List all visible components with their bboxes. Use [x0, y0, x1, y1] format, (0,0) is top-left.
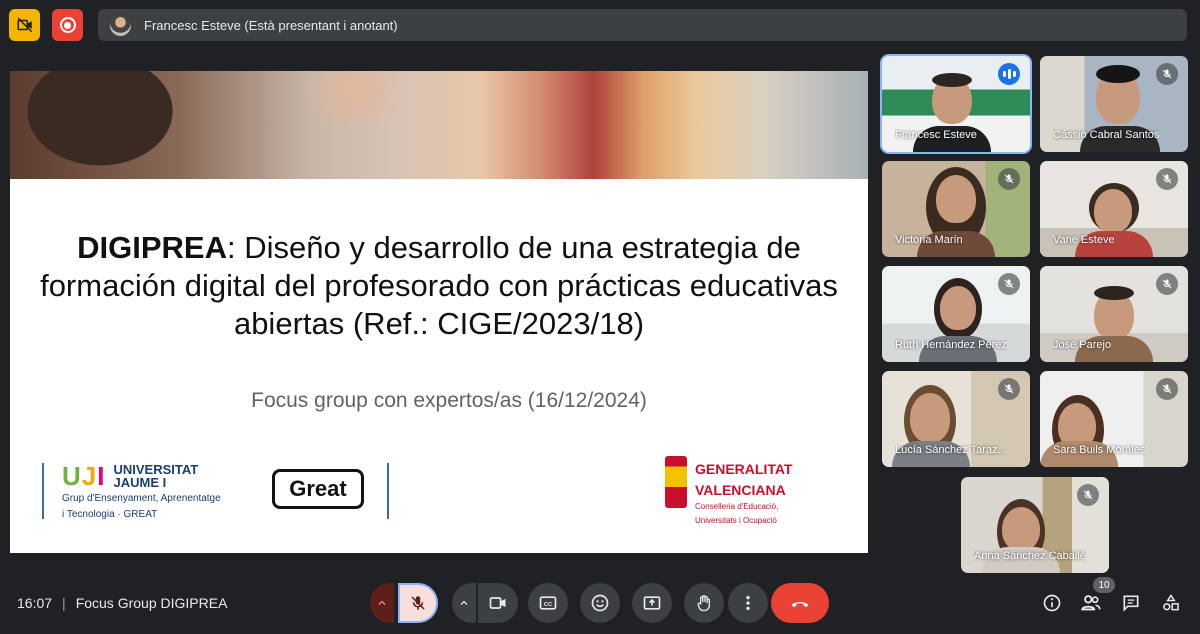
- chevron-up-icon: [378, 600, 386, 605]
- chat-icon: [1123, 595, 1139, 612]
- svg-text:CC: CC: [544, 602, 553, 608]
- closed-captions-icon: CC: [539, 596, 557, 610]
- present-screen-icon: [643, 596, 661, 610]
- mic-off-icon: [411, 596, 425, 610]
- people-icon: [1081, 595, 1101, 611]
- mic-off-icon: [998, 378, 1020, 400]
- participant-tile[interactable]: Sara Buils Morales: [1040, 371, 1188, 467]
- gva-crest-icon: [665, 456, 687, 508]
- participant-tile[interactable]: Cássio Cabral Santos: [1040, 56, 1188, 152]
- recording-indicator[interactable]: [52, 9, 83, 41]
- captions-button[interactable]: CC: [528, 583, 568, 623]
- shared-slide: DIGIPREA: Diseño y desarrollo de una est…: [10, 71, 868, 553]
- gva-desc-line-1: Conselleria d'Educació,: [695, 502, 779, 511]
- participant-tile[interactable]: José Parejo: [1040, 266, 1188, 362]
- leave-call-button[interactable]: [771, 583, 829, 623]
- microphone-toggle-button[interactable]: [398, 583, 438, 623]
- more-vertical-icon: [746, 595, 750, 611]
- clock-time: 16:07: [17, 595, 53, 611]
- uji-desc-line-1: Grup d'Ensenyament, Aprenentatge: [62, 493, 221, 504]
- gva-logo: GENERALITAT VALENCIANA Conselleria d'Edu…: [665, 456, 792, 526]
- participant-tile[interactable]: Lucía Sánchez Taraz...: [882, 371, 1030, 467]
- participant-name: Vane Esteve: [1053, 234, 1115, 246]
- hand-icon: [697, 595, 710, 612]
- participant-name: Cássio Cabral Santos: [1053, 129, 1160, 141]
- video-options-button[interactable]: [452, 583, 476, 623]
- participant-name: Lucía Sánchez Taraz...: [895, 444, 1007, 456]
- participant-name: Ruth Hernández Pérez: [895, 339, 1007, 351]
- reactions-button[interactable]: [580, 583, 620, 623]
- participant-tile[interactable]: Victoria Marín: [882, 161, 1030, 257]
- gva-name-line-1: GENERALITAT: [695, 461, 793, 477]
- slide-title: DIGIPREA: Diseño y desarrollo de una est…: [30, 229, 848, 343]
- video-off-icon: [17, 17, 32, 33]
- meeting-info: 16:07 | Focus Group DIGIPREA: [17, 595, 227, 611]
- chat-button[interactable]: [1111, 583, 1151, 623]
- camera-off-indicator[interactable]: [9, 9, 40, 41]
- great-logo: Great: [272, 469, 364, 509]
- logo-divider: [387, 463, 389, 519]
- record-icon: [59, 17, 76, 33]
- slide-subtitle: Focus group con expertos/as (16/12/2024): [251, 389, 647, 412]
- bottom-bar: 16:07 | Focus Group DIGIPREA CC: [0, 580, 1200, 628]
- presenter-avatar: [110, 14, 131, 36]
- participant-tile[interactable]: Ruth Hernández Pérez: [882, 266, 1030, 362]
- participant-name: Francesc Esteve: [895, 129, 977, 141]
- mic-off-icon: [998, 168, 1020, 190]
- slide-header-photo: [10, 71, 868, 179]
- gva-name-line-2: VALENCIANA: [695, 482, 786, 498]
- emoji-icon: [591, 594, 609, 612]
- uji-logo: UJI UNIVERSITAT JAUME I Grup d'Ensenyame…: [42, 461, 221, 520]
- meeting-details-button[interactable]: [1032, 583, 1072, 623]
- hang-up-icon: [791, 602, 809, 608]
- participant-tile[interactable]: Anna Sánchez Caballé: [961, 477, 1109, 573]
- activities-shapes-icon: [1163, 594, 1179, 611]
- presenter-label: Francesc Esteve (Està presentant i anota…: [144, 17, 398, 33]
- camera-toggle-button[interactable]: [478, 583, 518, 623]
- info-separator: |: [62, 595, 66, 611]
- participant-tile[interactable]: Francesc Esteve: [880, 54, 1032, 154]
- mic-off-icon: [1156, 63, 1178, 85]
- activities-button[interactable]: [1151, 583, 1191, 623]
- raise-hand-button[interactable]: [684, 583, 724, 623]
- participant-name: Victoria Marín: [895, 234, 963, 246]
- participant-name: Sara Buils Morales: [1053, 444, 1146, 456]
- participant-tile[interactable]: Vane Esteve: [1040, 161, 1188, 257]
- mic-off-icon: [998, 273, 1020, 295]
- presenter-bar[interactable]: Francesc Esteve (Està presentant i anota…: [98, 9, 1187, 41]
- participant-name: José Parejo: [1053, 339, 1112, 351]
- speaking-indicator-icon: [998, 63, 1020, 85]
- more-options-button[interactable]: [728, 583, 768, 623]
- video-camera-icon: [489, 597, 506, 609]
- mic-off-icon: [1156, 273, 1178, 295]
- uji-desc-line-2: i Tecnologia · GREAT: [62, 509, 158, 520]
- meeting-title: Focus Group DIGIPREA: [75, 595, 228, 611]
- audio-options-button[interactable]: [370, 583, 394, 623]
- chevron-up-icon: [460, 600, 468, 605]
- participant-count-badge: 10: [1093, 577, 1115, 593]
- mic-off-icon: [1077, 484, 1099, 506]
- uji-letters: UJI: [62, 461, 106, 491]
- present-screen-button[interactable]: [632, 583, 672, 623]
- uji-name-line-2: JAUME I: [113, 475, 167, 490]
- slide-title-bold: DIGIPREA: [77, 230, 227, 265]
- mic-off-icon: [1156, 378, 1178, 400]
- top-bar: Francesc Esteve (Està presentant i anota…: [0, 0, 1200, 52]
- info-icon: [1043, 594, 1061, 612]
- participant-name: Anna Sánchez Caballé: [974, 550, 1086, 562]
- gva-desc-line-2: Universitats i Ocupació: [695, 516, 777, 525]
- mic-off-icon: [1156, 168, 1178, 190]
